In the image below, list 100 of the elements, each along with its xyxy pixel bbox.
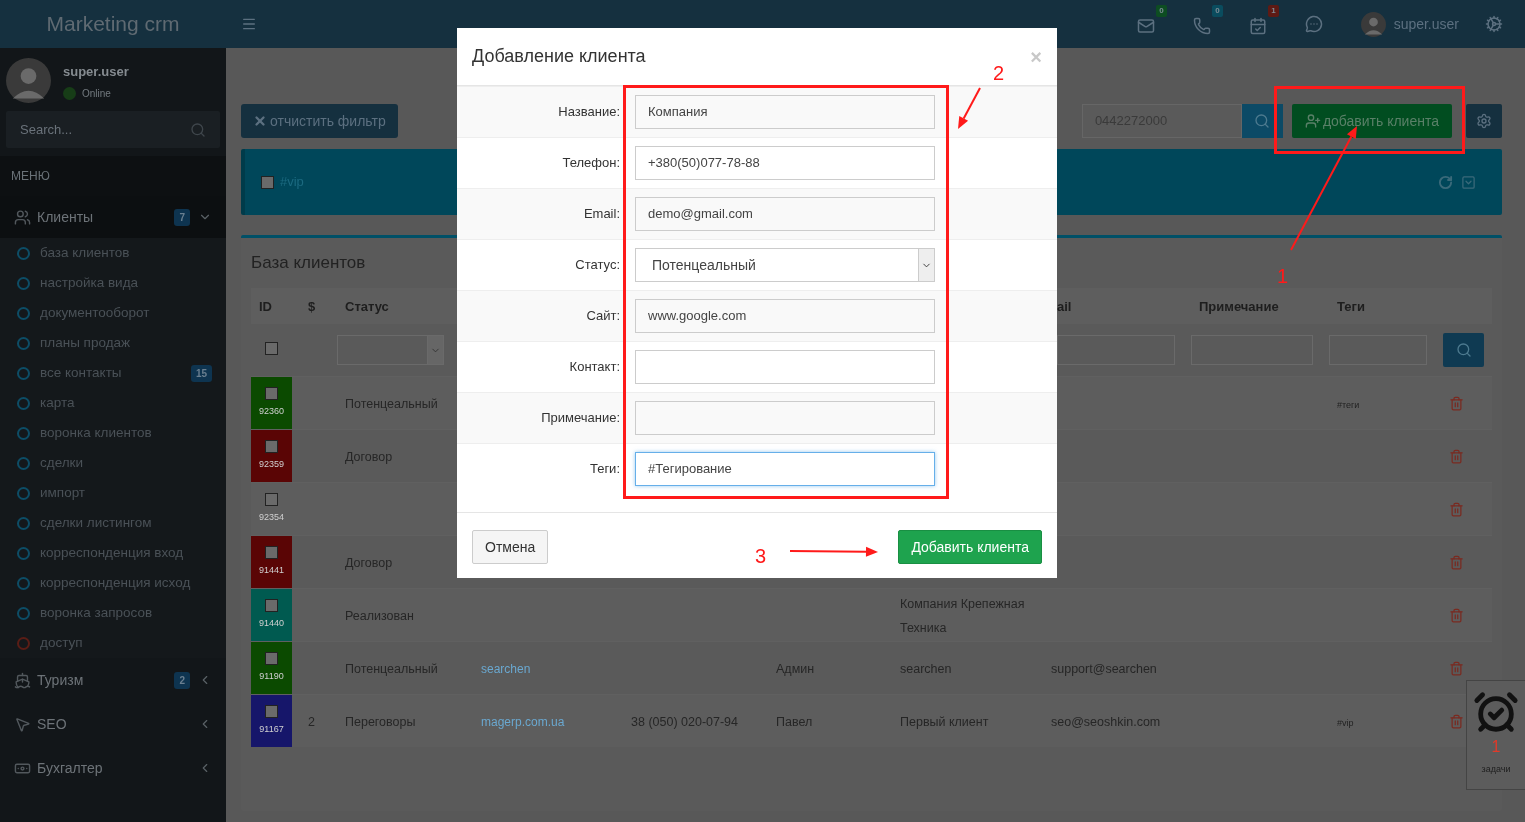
submenu-item[interactable]: доступ [0,628,226,658]
delete-icon[interactable] [1449,554,1464,570]
table-cell: Павел [776,715,813,729]
delete-icon[interactable] [1449,660,1464,676]
checkbox[interactable] [265,705,278,719]
checkbox[interactable] [265,387,278,401]
submenu-label: сделки листингом [40,513,152,532]
notification-badge: 1 [1268,5,1279,17]
user-name: super.user [63,63,129,82]
site-link[interactable]: magerp.com.ua [481,715,565,729]
checkbox[interactable] [265,493,278,507]
submenu-label: база клиентов [40,243,130,262]
column-header: ID [259,299,272,314]
settings-button[interactable] [1466,104,1502,138]
delete-icon[interactable] [1449,448,1464,464]
checkbox[interactable] [261,175,274,189]
search-field[interactable]: Search... [6,111,220,148]
submenu-item[interactable]: воронка клиентов [0,418,226,448]
field-label: Название: [557,103,620,122]
notification-button[interactable]: 0 [1192,5,1223,35]
input-field[interactable]: #Тегирование [635,452,935,486]
submenu-label: планы продаж [40,333,131,352]
submenu-item[interactable]: импорт [0,478,226,508]
add-client-button[interactable]: добавить клиента [1291,104,1452,138]
field-label: Контакт: [568,358,620,377]
filter-field[interactable] [1057,335,1175,365]
user-name[interactable]: super.user [1393,13,1459,35]
submenu-item[interactable]: воронка запросов [0,598,226,628]
phone-icon [1192,17,1211,35]
client-id: 91167 [259,723,284,737]
client-id: 92354 [259,511,284,525]
status-select[interactable]: Потенцеальный [635,248,935,282]
input-field[interactable]: demo@gmail.com [635,197,935,231]
cancel-button[interactable]: Отмена [472,530,549,564]
submenu-item[interactable]: база клиентов [0,238,226,268]
nav-label: Бухгалтер [37,758,103,778]
column-header: Теги [1337,299,1365,314]
submit-button[interactable]: Добавить клиента [898,530,1042,564]
submenu-item[interactable]: корреспонденция вход [0,538,226,568]
submenu-item[interactable]: карта [0,388,226,418]
delete-icon[interactable] [1449,501,1464,517]
column-header: ail [1057,299,1072,314]
submenu-item[interactable]: корреспонденция исход [0,568,226,598]
count-badge: 7 [174,208,190,226]
delete-icon[interactable] [1449,713,1464,729]
column-header: Статус [345,299,389,314]
nav-label: Клиенты [37,207,94,227]
close-icon [253,114,267,128]
submenu-item[interactable]: планы продаж [0,328,226,358]
delete-icon[interactable] [1449,607,1464,623]
table-cell: Реализован [345,609,414,623]
client-id: 91440 [259,617,284,631]
tasks-widget[interactable]: 1 задачи [1466,680,1525,790]
search-icon [1455,342,1472,358]
submenu-label: все контакты [40,363,122,382]
submenu-label: воронка клиентов [40,423,152,442]
site-link[interactable]: searchen [481,662,531,676]
settings-icon[interactable] [1485,15,1503,33]
client-id: 91441 [259,564,284,578]
status-filter-select[interactable] [337,335,444,365]
close-button[interactable]: × [1030,46,1042,67]
user-plus-icon [1304,113,1321,129]
submenu-item[interactable]: документооборот [0,298,226,328]
mail-icon [1136,17,1155,35]
field-label: Примечание: [540,409,620,428]
input-field[interactable]: Компания [635,95,935,129]
search-icon[interactable] [190,121,206,138]
checkbox[interactable] [265,599,278,613]
submenu-item[interactable]: все контакты 15 [0,358,226,388]
submenu-label: корреспонденция исход [40,573,191,592]
input-field[interactable] [635,350,935,384]
checkbox[interactable] [265,652,278,666]
search-button[interactable] [1443,333,1484,367]
refresh-icon[interactable] [1438,174,1453,190]
submenu-item[interactable]: настройка вида [0,268,226,298]
field-label: Теги: [588,460,620,479]
checkbox[interactable] [265,440,278,454]
annotation-number: 2 [993,63,1005,83]
checkbox[interactable] [265,342,278,355]
collapse-icon[interactable] [1461,174,1476,190]
tag-text: #теги [1337,400,1360,410]
count-badge: 15 [190,364,212,382]
submenu-item[interactable]: сделки [0,448,226,478]
task-label: задачи [1481,763,1511,776]
input-field[interactable]: www.google.com [635,299,935,333]
submenu-label: доступ [40,633,83,652]
clear-filter-button[interactable]: отчистить фильтр [241,104,398,138]
notification-button[interactable]: 1 [1248,5,1279,35]
delete-icon[interactable] [1449,395,1464,411]
nav-label: SEO [37,714,67,734]
chat-icon[interactable] [1304,15,1323,33]
search-button[interactable] [1241,104,1283,138]
user-avatar [6,58,51,103]
checkbox[interactable] [265,546,278,560]
nav-item[interactable]: Клиенты 7 [0,196,226,238]
notification-button[interactable]: 0 [1136,5,1167,35]
input-field[interactable] [635,401,935,435]
input-field[interactable]: +380(50)077-78-88 [635,146,935,180]
submenu-item[interactable]: сделки листингом [0,508,226,538]
client-id: 92360 [259,405,284,419]
